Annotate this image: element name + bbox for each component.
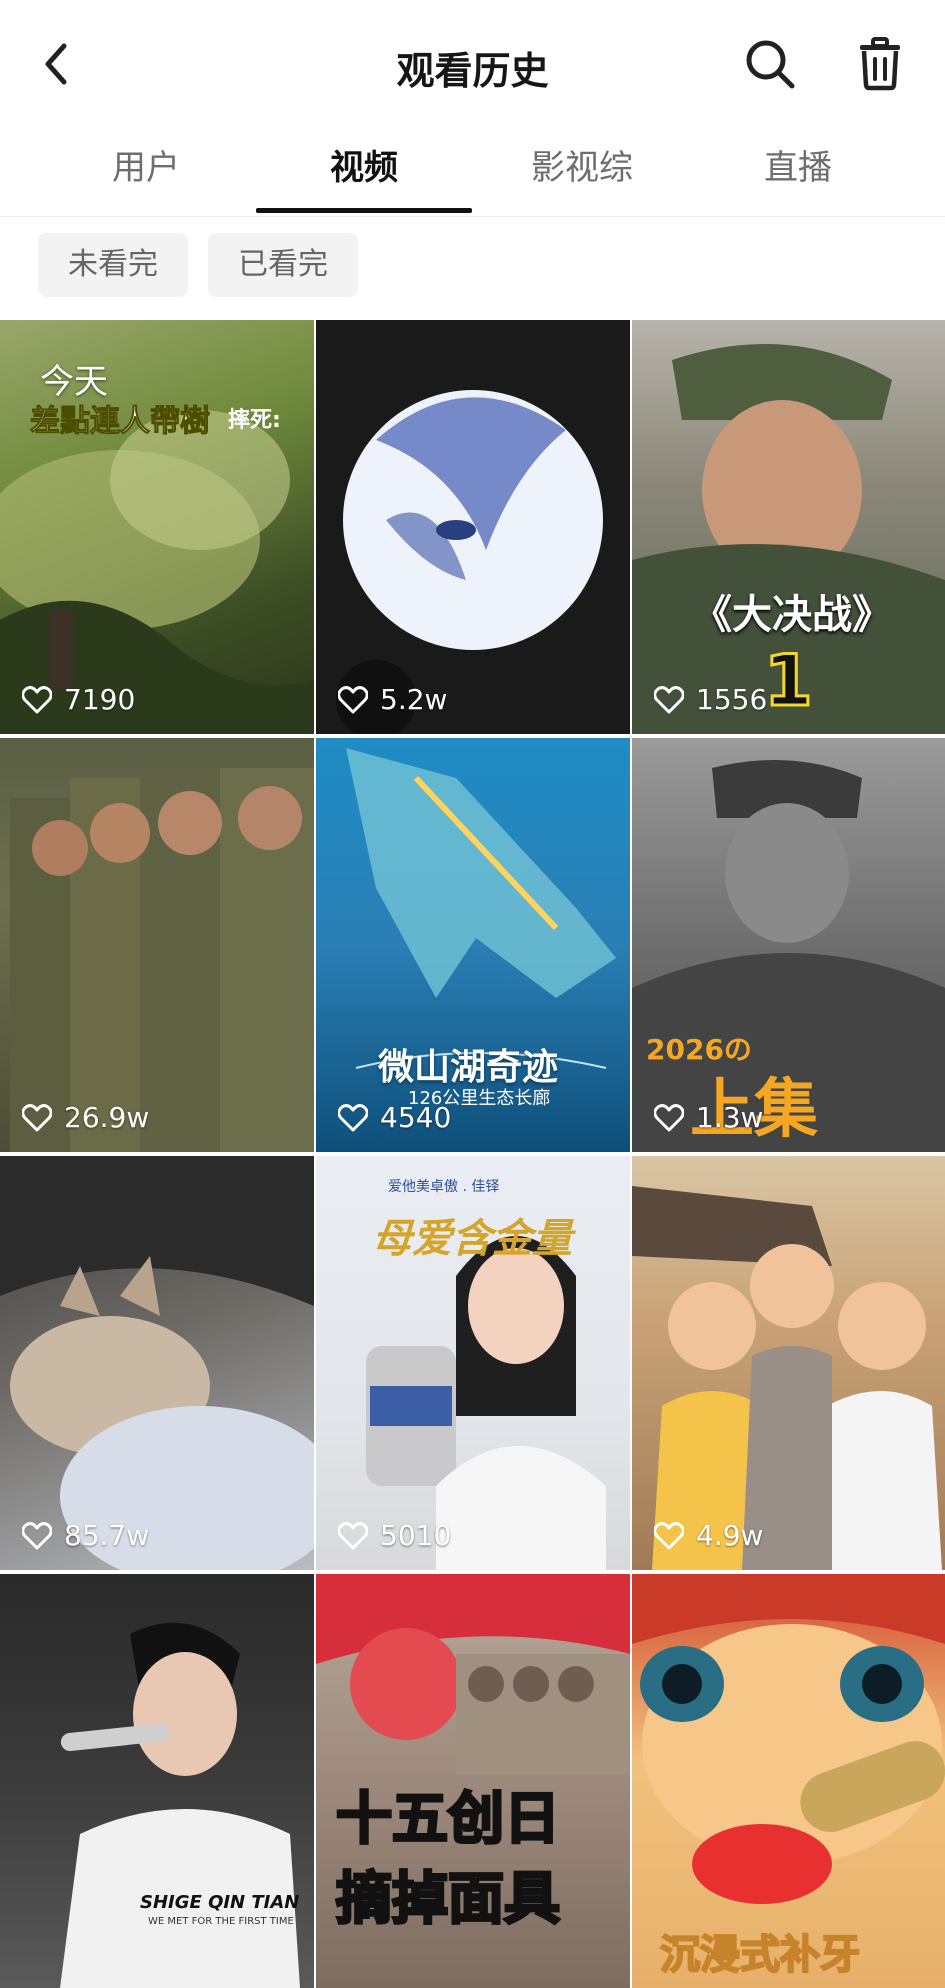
video-card[interactable]: 微山湖奇迹 126公里生态长廊 4540: [316, 738, 630, 1152]
heart-icon: [22, 1103, 52, 1131]
tab-live[interactable]: 直播: [688, 144, 908, 204]
video-card[interactable]: 5.2w: [316, 320, 630, 734]
video-caption: 沉浸式补牙: [659, 1931, 861, 1979]
heart-icon: [338, 685, 368, 713]
like-count: 7190: [22, 683, 135, 716]
like-count-value: 4.9w: [696, 1519, 764, 1552]
like-count-value: 5.2w: [380, 683, 448, 716]
heart-icon: [654, 685, 684, 713]
page-title: 观看历史: [396, 49, 549, 93]
like-count: 1556: [654, 683, 767, 716]
trash-icon: [860, 37, 900, 91]
search-icon: [746, 40, 795, 89]
like-count: 5.2w: [338, 683, 447, 716]
video-caption-2: WE MET FOR THE FIRST TIME: [148, 1916, 294, 1927]
search-button[interactable]: [738, 32, 802, 96]
video-card[interactable]: 2026の 上集 1.3w: [632, 738, 945, 1152]
video-thumbnail: [10, 768, 314, 1152]
like-count: 4.9w: [654, 1519, 763, 1552]
video-card[interactable]: 沉浸式补牙: [632, 1574, 945, 1988]
video-card[interactable]: 《大决战》 1 1556: [632, 320, 945, 734]
like-count-value: 1.3w: [696, 1101, 764, 1134]
video-caption-2: 1: [763, 639, 815, 724]
delete-history-button[interactable]: [848, 32, 912, 96]
like-count-value: 1556: [696, 683, 768, 716]
like-count: 4540: [338, 1101, 451, 1134]
like-count-value: 4540: [380, 1101, 452, 1134]
video-thumbnail: [336, 390, 603, 734]
video-caption: SHIGE QIN TIAN: [140, 1892, 300, 1913]
heart-icon: [338, 1103, 368, 1131]
tab-users[interactable]: 用户: [36, 144, 256, 204]
video-thumbnail: [632, 1186, 942, 1570]
video-caption-2: 摘掉面具: [335, 1866, 562, 1934]
video-card[interactable]: 4.9w: [632, 1156, 945, 1570]
like-count: 1.3w: [654, 1101, 763, 1134]
back-button[interactable]: [28, 32, 84, 96]
heart-icon: [654, 1521, 684, 1549]
video-caption-2: 摔死:: [228, 408, 281, 433]
video-caption: 差點連人帶樹: [30, 404, 211, 440]
like-count-value: 5010: [380, 1519, 452, 1552]
tab-videos[interactable]: 视频: [254, 144, 474, 204]
like-count-value: 85.7w: [64, 1519, 150, 1552]
video-caption: 《大决战》: [692, 592, 892, 638]
like-count: 85.7w: [22, 1519, 149, 1552]
top-bar: 观看历史: [0, 0, 945, 128]
video-grid: 今天 差點連人帶樹 摔死: 7190 5.2w 《大决战》 1 1556 26.…: [0, 320, 945, 1988]
filter-bar: 未看完 已看完: [0, 217, 945, 325]
video-caption: 十五创日: [335, 1786, 562, 1854]
video-card[interactable]: 今天 差點連人帶樹 摔死: 7190: [0, 320, 314, 734]
like-count-value: 7190: [64, 683, 136, 716]
like-count-value: 26.9w: [64, 1101, 150, 1134]
filter-finished[interactable]: 已看完: [208, 233, 358, 297]
like-count: 5010: [338, 1519, 451, 1552]
heart-icon: [654, 1103, 684, 1131]
video-card[interactable]: 85.7w: [0, 1156, 314, 1570]
video-caption: 微山湖奇迹: [378, 1047, 559, 1088]
filter-unfinished[interactable]: 未看完: [38, 233, 188, 297]
video-card[interactable]: 爱他美卓傲 . 佳铎 母爱含金量 5010: [316, 1156, 630, 1570]
heart-icon: [338, 1521, 368, 1549]
chevron-left-icon: [45, 43, 67, 85]
video-card[interactable]: 十五创日 摘掉面具: [316, 1574, 630, 1988]
video-caption: 母爱含金量: [372, 1216, 572, 1262]
tab-bar: 用户 视频 影视综 直播: [0, 128, 945, 217]
video-card[interactable]: SHIGE QIN TIAN WE MET FOR THE FIRST TIME: [0, 1574, 314, 1988]
video-card[interactable]: 26.9w: [0, 738, 314, 1152]
heart-icon: [22, 685, 52, 713]
active-tab-indicator: [256, 208, 472, 213]
heart-icon: [22, 1521, 52, 1549]
video-caption-2: 爱他美卓傲 . 佳铎: [388, 1179, 500, 1195]
video-thumbnail: [0, 1156, 314, 1570]
tab-movies-shows[interactable]: 影视综: [472, 144, 692, 204]
like-count: 26.9w: [22, 1101, 149, 1134]
